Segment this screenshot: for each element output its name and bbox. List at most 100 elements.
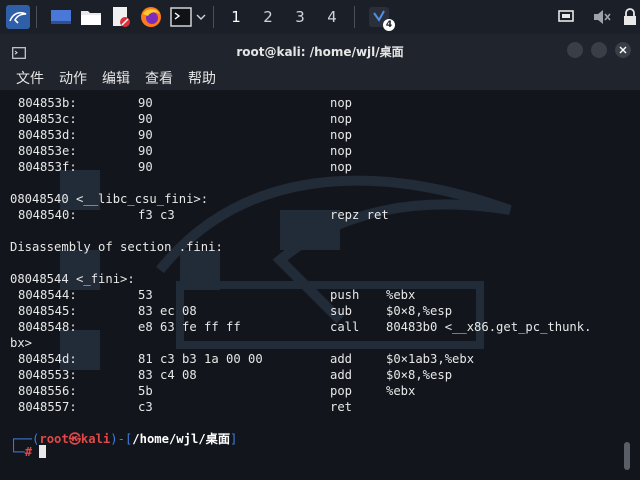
workspace-3[interactable]: 3	[284, 8, 316, 26]
instruction-mnemonic: nop	[330, 112, 353, 126]
terminal-line: 804854d: 81 c3 b3 1a 00 00 add $0×1ab3,%ebx	[0, 352, 640, 368]
menu-action[interactable]: 动作	[59, 68, 87, 88]
menu-edit[interactable]: 编辑	[102, 68, 130, 88]
instruction-address: 8048548:	[18, 320, 77, 334]
terminal-launcher-icon[interactable]	[169, 5, 193, 29]
instruction-address: 8048540:	[18, 208, 77, 222]
workspace-switcher: 1 2 3 4	[220, 8, 348, 26]
instruction-mnemonic: sub	[330, 304, 353, 318]
text-editor-icon[interactable]	[109, 5, 133, 29]
prompt-user: root	[39, 432, 69, 446]
instruction-operands: $0×8,%esp	[386, 304, 453, 318]
terminal-line: 804853b: 90 nop	[0, 96, 640, 112]
terminal-line: 8048544: 53 push %ebx	[0, 288, 640, 304]
instruction-mnemonic: nop	[330, 160, 353, 174]
instruction-bytes: c3	[138, 400, 153, 414]
terminal-line: bx>	[0, 336, 640, 352]
instruction-address: 804853f:	[18, 160, 77, 174]
window-titlebar[interactable]: root@kali: /home/wjl/桌面	[0, 34, 640, 66]
terminal-line: 8048545: 83 ec 08 sub $0×8,%esp	[0, 304, 640, 320]
terminal-window: root@kali: /home/wjl/桌面 文件 动作 编辑 查看 帮助 8…	[0, 34, 640, 480]
instruction-mnemonic: nop	[330, 96, 353, 110]
firefox-icon[interactable]	[139, 5, 163, 29]
instruction-address: 8048556:	[18, 384, 77, 398]
instruction-address: 8048544:	[18, 288, 77, 302]
prompt-host: kali	[80, 432, 111, 446]
terminal-line: 8048556: 5b pop %ebx	[0, 384, 640, 400]
instruction-bytes: 90	[138, 112, 153, 126]
instruction-mnemonic: repz ret	[330, 208, 389, 222]
menu-file[interactable]: 文件	[16, 68, 44, 88]
instruction-operands: %ebx	[386, 384, 416, 398]
instruction-operands: %ebx	[386, 288, 416, 302]
scrollbar[interactable]	[624, 442, 630, 470]
terminal-text: Disassembly of section .fini:	[10, 240, 223, 254]
instruction-mnemonic: nop	[330, 144, 353, 158]
taskbar-separator	[213, 6, 214, 28]
terminal-output[interactable]: 804853b: 90 nop 804853c: 90 nop 804853d: 90 nop 8…	[0, 90, 640, 480]
instruction-mnemonic: pop	[330, 384, 353, 398]
prompt-open: ┌──(	[10, 432, 40, 446]
instruction-mnemonic: push	[330, 288, 360, 302]
dropdown-arrow-icon[interactable]	[195, 5, 207, 29]
display-icon[interactable]	[554, 5, 578, 29]
instruction-bytes: e8 63 fe ff ff	[138, 320, 241, 334]
terminal-text: 08048544 <_fini>:	[10, 272, 135, 286]
instruction-address: 8048553:	[18, 368, 77, 382]
menu-bar: 文件 动作 编辑 查看 帮助	[0, 66, 640, 90]
terminal-line: 8048557: c3 ret	[0, 400, 640, 416]
terminal-line: 8048553: 83 c4 08 add $0×8,%esp	[0, 368, 640, 384]
prompt-symbol: #	[24, 445, 33, 459]
instruction-address: 8048557:	[18, 400, 77, 414]
instruction-address: 804853c:	[18, 112, 77, 126]
maximize-button[interactable]	[591, 42, 607, 58]
window-title: root@kali: /home/wjl/桌面	[236, 45, 404, 59]
instruction-mnemonic: add	[330, 352, 353, 366]
menu-view[interactable]: 查看	[145, 68, 173, 88]
instruction-address: 804853d:	[18, 128, 77, 142]
instruction-bytes: 90	[138, 96, 153, 110]
terminal-line: 08048540 <__libc_csu_fini>:	[0, 192, 640, 208]
close-button[interactable]	[615, 42, 631, 58]
shell-input-line[interactable]: └─#	[10, 445, 47, 461]
instruction-bytes: 83 c4 08	[138, 368, 197, 382]
kali-menu-icon[interactable]	[6, 5, 30, 29]
lock-screen-icon[interactable]	[618, 5, 640, 29]
prompt-path: /home/wjl/桌面	[132, 432, 231, 446]
task-indicator-icon[interactable]: 4	[367, 5, 395, 31]
instruction-address: 804853e:	[18, 144, 77, 158]
disassembly-output: 804853b: 90 nop 804853c: 90 nop 804853d: 90 nop 8…	[0, 96, 640, 416]
shell-prompt-line: ┌──(root㉿kali)-[/home/wjl/桌面]	[10, 429, 238, 446]
instruction-mnemonic: call	[330, 320, 360, 334]
terminal-line: 08048544 <_fini>:	[0, 272, 640, 288]
instruction-bytes: 83 ec 08	[138, 304, 197, 318]
instruction-bytes: 5b	[138, 384, 153, 398]
notification-badge: 4	[383, 19, 395, 31]
instruction-operands: $0×8,%esp	[386, 368, 453, 382]
prompt-corner: └─	[10, 445, 25, 459]
workspace-1[interactable]: 1	[220, 8, 252, 26]
prompt-close: ]	[230, 432, 238, 446]
instruction-address: 804853b:	[18, 96, 77, 110]
workspace-2[interactable]: 2	[252, 8, 284, 26]
instruction-mnemonic: ret	[330, 400, 353, 414]
workspace-4[interactable]: 4	[316, 8, 348, 26]
instruction-bytes: 90	[138, 128, 153, 142]
terminal-text: 08048540 <__libc_csu_fini>:	[10, 192, 209, 206]
minimize-button[interactable]	[567, 42, 583, 58]
instruction-operands: 80483b0 <__x86.get_pc_thunk.	[386, 320, 592, 334]
instruction-bytes: 90	[138, 160, 153, 174]
desktop-icon[interactable]	[49, 5, 73, 29]
menu-help[interactable]: 帮助	[188, 68, 216, 88]
taskbar-separator	[354, 6, 355, 28]
prompt-at: ㉿	[68, 432, 81, 446]
file-manager-icon[interactable]	[79, 5, 103, 29]
instruction-address: 804854d:	[18, 352, 77, 366]
taskbar: 1 2 3 4 4	[0, 0, 640, 34]
instruction-bytes: 53	[138, 288, 153, 302]
volume-muted-icon[interactable]	[590, 5, 614, 29]
prompt-separator: )-[	[110, 432, 133, 446]
